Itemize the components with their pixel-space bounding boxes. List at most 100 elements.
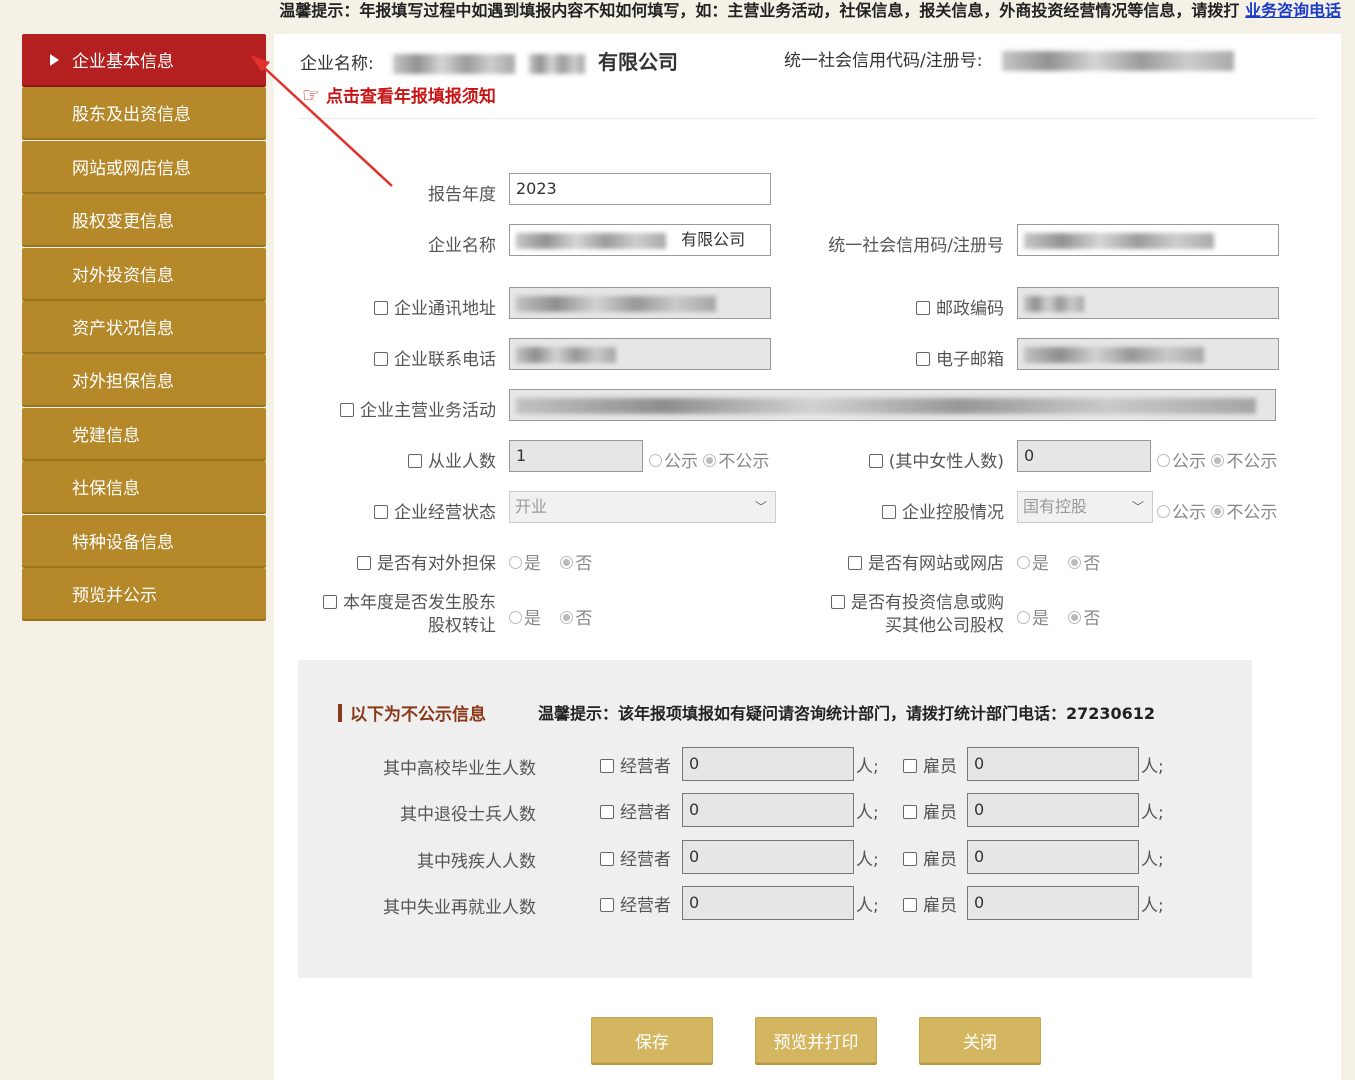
veterans-employee-input[interactable]: 0 (967, 793, 1139, 827)
veterans-operator-label[interactable]: 经营者 (600, 798, 671, 823)
radio-button[interactable] (1211, 454, 1225, 467)
radio-button[interactable] (1211, 505, 1225, 518)
save-button[interactable]: 保存 (591, 1017, 713, 1063)
business-status-select[interactable]: 开业 ﹀ (509, 491, 776, 523)
disabled-employee-input[interactable]: 0 (967, 840, 1139, 874)
employees-label[interactable]: 从业人数 (374, 447, 496, 472)
equity-transfer-radio[interactable]: 是 否 (509, 604, 592, 629)
sidebar-item-preview-publish[interactable]: 预览并公示 (22, 567, 266, 619)
holding-publicity-radio[interactable]: 公示 不公示 (1157, 498, 1277, 523)
company-name-input[interactable]: 有限公司 (509, 224, 771, 256)
sidebar-item-basic-info[interactable]: 企业基本信息 (22, 34, 266, 85)
sidebar-item-party[interactable]: 党建信息 (22, 407, 266, 459)
reemployed-operator-label[interactable]: 经营者 (600, 891, 671, 916)
graduates-operator-input[interactable]: 0 (682, 747, 854, 781)
investment-label[interactable]: 是否有投资信息或购 买其他公司股权 (794, 592, 1004, 638)
veterans-operator-checkbox[interactable] (600, 805, 614, 819)
reemployed-employee-input[interactable]: 0 (967, 886, 1139, 920)
graduates-operator-label[interactable]: 经营者 (600, 752, 671, 777)
radio-button[interactable] (1017, 556, 1030, 569)
report-year-input[interactable]: 2023 (509, 173, 771, 205)
website-checkbox[interactable] (848, 556, 862, 570)
graduates-operator-checkbox[interactable] (600, 759, 614, 773)
employees-publicity-radio[interactable]: 公示 不公示 (649, 447, 769, 472)
disabled-operator-checkbox[interactable] (600, 852, 614, 866)
guarantee-checkbox[interactable] (357, 556, 371, 570)
radio-button[interactable] (649, 454, 662, 467)
email-label[interactable]: 电子邮箱 (874, 345, 1004, 370)
employees-checkbox[interactable] (408, 454, 422, 468)
disabled-operator-label[interactable]: 经营者 (600, 845, 671, 870)
address-checkbox[interactable] (374, 301, 388, 315)
radio-button[interactable] (560, 556, 574, 569)
disabled-employee-label[interactable]: 雇员 (903, 845, 957, 870)
postal-code-checkbox[interactable] (916, 301, 930, 315)
radio-button[interactable] (509, 556, 522, 569)
chevron-down-icon: ﹀ (1131, 500, 1144, 514)
sidebar-item-shareholders[interactable]: 股东及出资信息 (22, 87, 266, 139)
filing-notice-link[interactable]: ☞ 点击查看年报填报须知 (302, 82, 496, 108)
sidebar-item-special-equipment[interactable]: 特种设备信息 (22, 514, 266, 566)
veterans-employee-label[interactable]: 雇员 (903, 798, 957, 823)
address-input[interactable] (509, 287, 771, 319)
disabled-operator-input[interactable]: 0 (682, 840, 854, 874)
radio-button[interactable] (1017, 611, 1030, 624)
female-employees-checkbox[interactable] (868, 454, 883, 468)
phone-label[interactable]: 企业联系电话 (334, 345, 496, 370)
main-business-input[interactable] (509, 389, 1276, 421)
radio-button[interactable] (560, 611, 574, 624)
holding-label[interactable]: 企业控股情况 (834, 498, 1004, 523)
phone-checkbox[interactable] (374, 352, 388, 366)
guarantee-radio[interactable]: 是 否 (509, 549, 592, 574)
employees-input[interactable]: 1 (509, 440, 643, 472)
sidebar-item-website[interactable]: 网站或网店信息 (22, 140, 266, 192)
guarantee-label[interactable]: 是否有对外担保 (314, 549, 496, 574)
sidebar-item-guarantee[interactable]: 对外担保信息 (22, 354, 266, 406)
sidebar-item-social-security[interactable]: 社保信息 (22, 461, 266, 513)
investment-checkbox[interactable] (831, 595, 845, 609)
sidebar-item-equity-change[interactable]: 股权变更信息 (22, 194, 266, 246)
email-input[interactable] (1017, 338, 1279, 370)
reemployed-operator-input[interactable]: 0 (682, 886, 854, 920)
graduates-employee-input[interactable]: 0 (967, 747, 1139, 781)
phone-input[interactable] (509, 338, 771, 370)
address-label[interactable]: 企业通讯地址 (334, 294, 496, 319)
postal-code-label[interactable]: 邮政编码 (874, 294, 1004, 319)
business-status-label[interactable]: 企业经营状态 (334, 498, 496, 523)
female-employees-label[interactable]: (其中女性人数) (834, 447, 1004, 472)
equity-transfer-label[interactable]: 本年度是否发生股东 股权转让 (294, 592, 496, 638)
equity-transfer-checkbox[interactable] (323, 595, 337, 609)
disabled-employee-checkbox[interactable] (903, 852, 917, 866)
main-business-label[interactable]: 企业主营业务活动 (304, 396, 496, 421)
veterans-operator-input[interactable]: 0 (682, 793, 854, 827)
radio-button[interactable] (703, 454, 717, 467)
female-employees-input[interactable]: 0 (1017, 440, 1151, 472)
graduates-employee-label[interactable]: 雇员 (903, 752, 957, 777)
reemployed-operator-checkbox[interactable] (600, 898, 614, 912)
postal-code-input[interactable] (1017, 287, 1279, 319)
reemployed-employee-label[interactable]: 雇员 (903, 891, 957, 916)
reemployed-employee-checkbox[interactable] (903, 898, 917, 912)
radio-button[interactable] (1157, 454, 1170, 467)
radio-button[interactable] (509, 611, 522, 624)
website-radio[interactable]: 是 否 (1017, 549, 1100, 574)
sidebar-item-assets[interactable]: 资产状况信息 (22, 300, 266, 352)
main-business-checkbox[interactable] (340, 403, 354, 417)
holding-select[interactable]: 国有控股 ﹀ (1017, 491, 1153, 523)
graduates-employee-checkbox[interactable] (903, 759, 917, 773)
holding-checkbox[interactable] (882, 505, 896, 519)
radio-button[interactable] (1068, 611, 1082, 624)
radio-button[interactable] (1157, 505, 1170, 518)
veterans-employee-checkbox[interactable] (903, 805, 917, 819)
preview-print-button[interactable]: 预览并打印 (755, 1017, 877, 1063)
radio-button[interactable] (1068, 556, 1082, 569)
credit-code-input[interactable] (1017, 224, 1279, 256)
website-label[interactable]: 是否有网站或网店 (814, 549, 1004, 574)
business-status-checkbox[interactable] (374, 505, 388, 519)
female-employees-publicity-radio[interactable]: 公示 不公示 (1157, 447, 1277, 472)
consult-phone-link[interactable]: 业务咨询电话 (1245, 1, 1341, 20)
email-checkbox[interactable] (916, 352, 930, 366)
investment-radio[interactable]: 是 否 (1017, 604, 1100, 629)
close-button[interactable]: 关闭 (919, 1017, 1041, 1063)
sidebar-item-investment[interactable]: 对外投资信息 (22, 247, 266, 299)
